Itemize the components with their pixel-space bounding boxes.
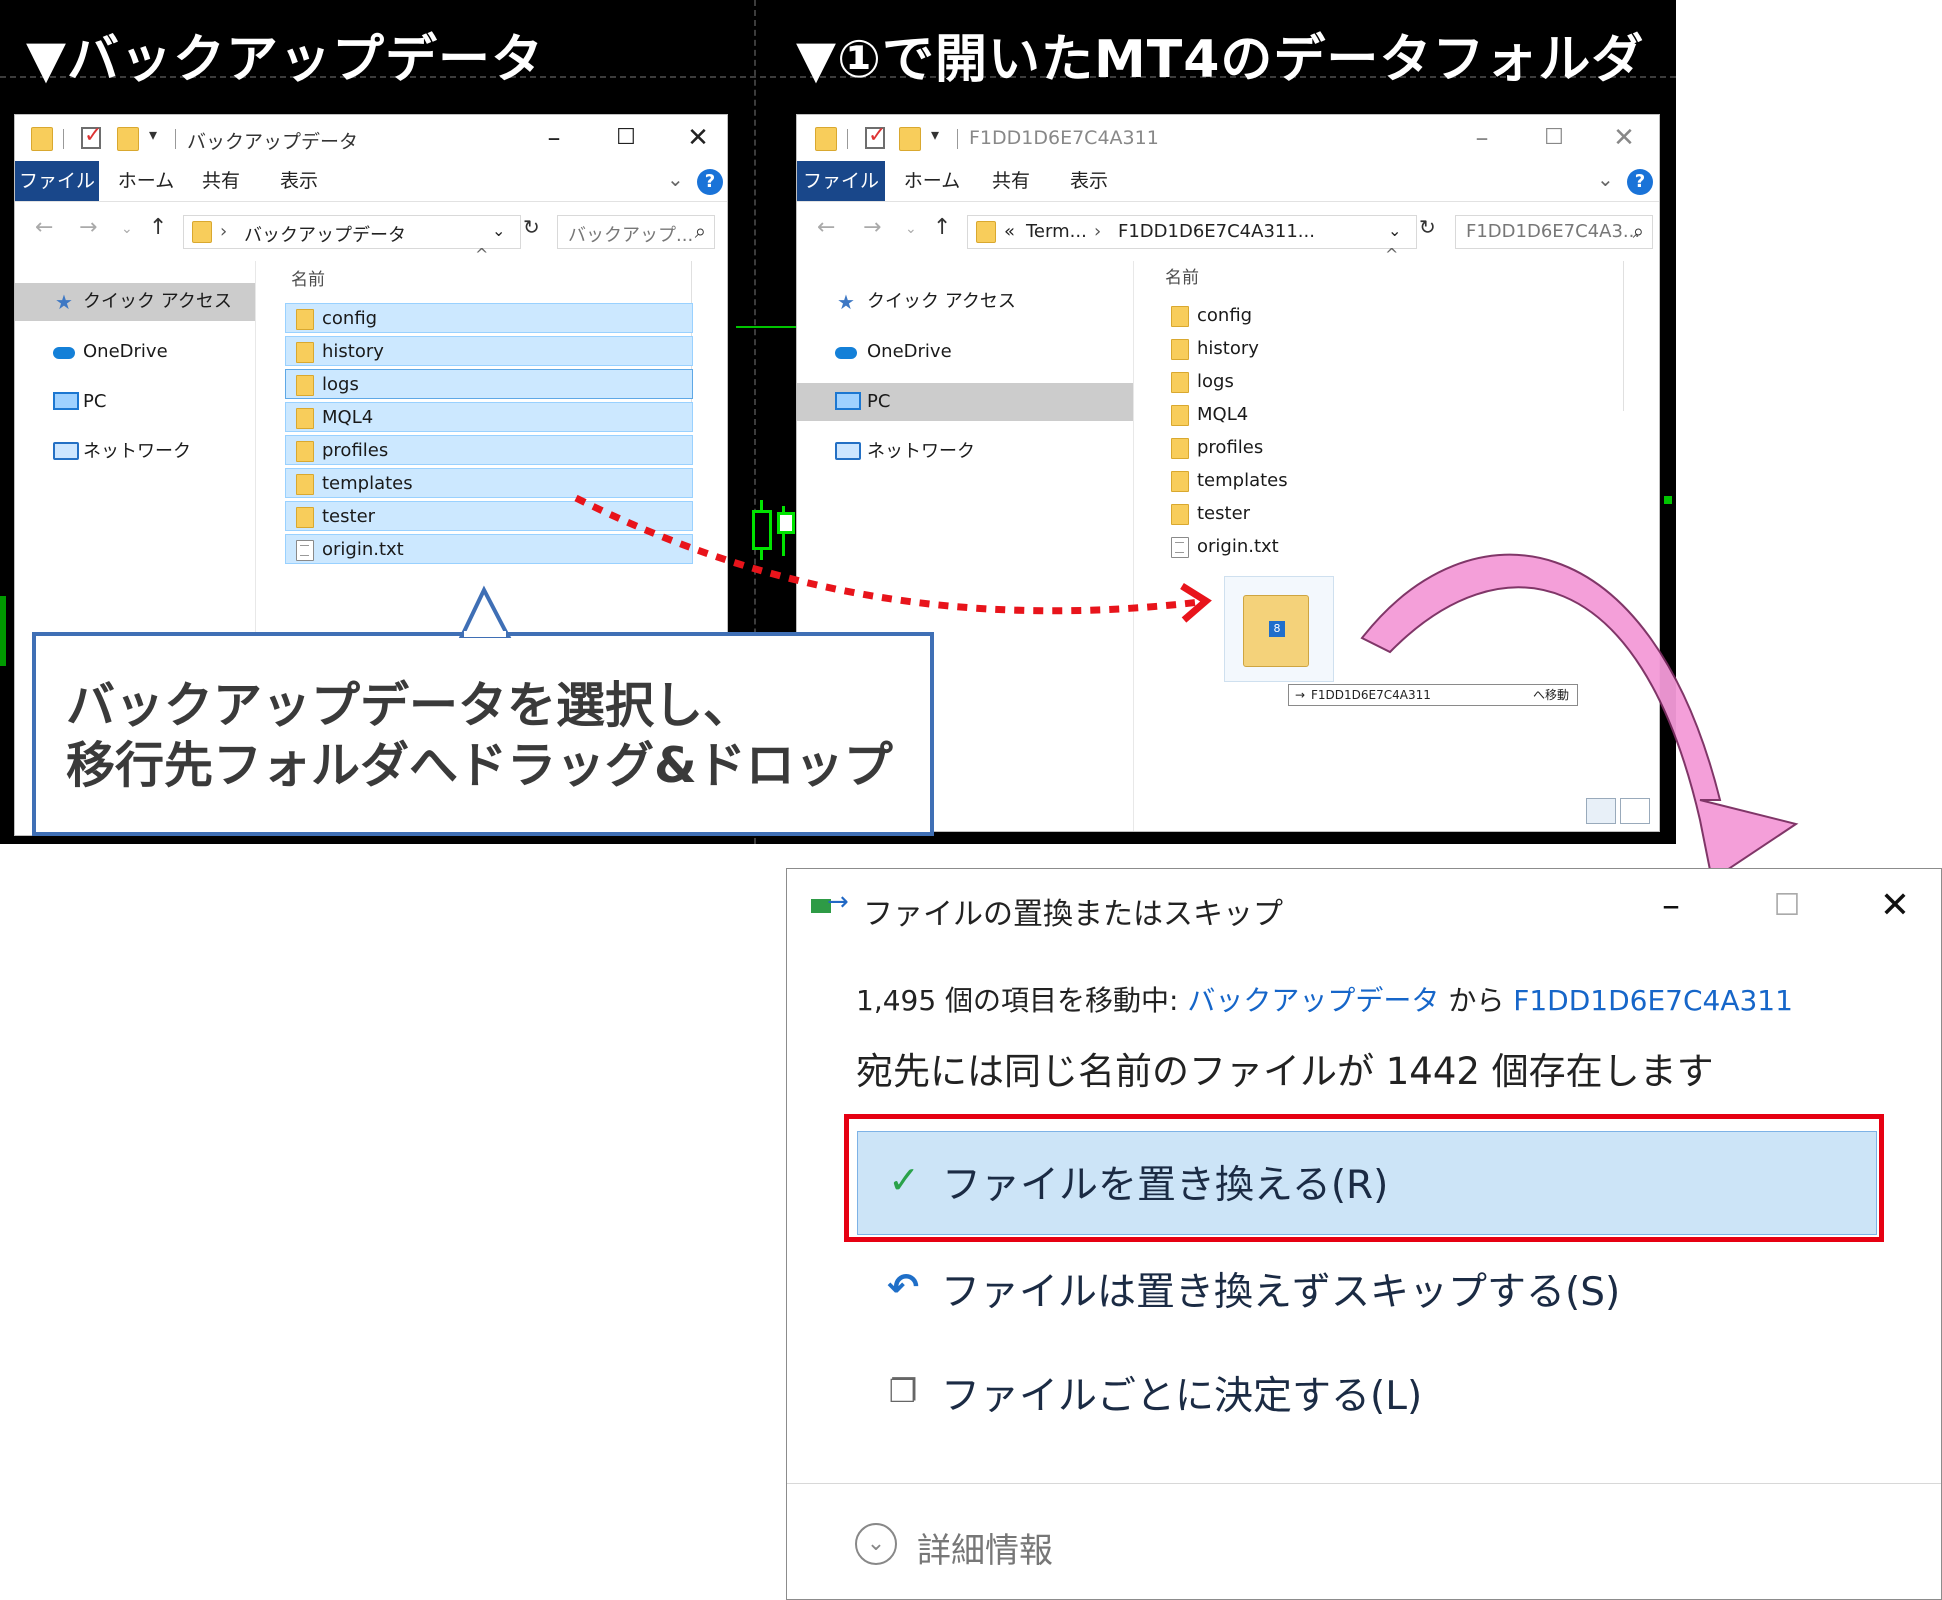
curved-arrow xyxy=(1360,553,1799,882)
dialog-title: ファイルの置換またはスキップ xyxy=(863,897,1283,932)
undo-icon: ↶ xyxy=(887,1265,919,1309)
move-count: 1,495 個の項目を移動中: xyxy=(856,984,1188,1017)
highlight-box xyxy=(844,1114,1884,1242)
conflict-message: 宛先には同じ名前のファイルが 1442 個存在します xyxy=(856,1050,1714,1093)
move-status: 1,495 個の項目を移動中: バックアップデータ から F1DD1D6E7C4… xyxy=(856,979,1793,1019)
skip-files-option[interactable]: ↶ ファイルは置き換えずスキップする(S) xyxy=(857,1239,1877,1343)
drag-path-arrow xyxy=(574,494,1201,615)
minimize-button[interactable]: – xyxy=(1641,883,1701,929)
close-button[interactable]: ✕ xyxy=(1865,883,1925,929)
from-word: から xyxy=(1439,984,1514,1017)
divider xyxy=(787,1483,1941,1484)
compare-files-icon: ❐ xyxy=(888,1372,918,1410)
move-files-icon xyxy=(811,887,849,917)
option-label: ファイルごとに決定する(L) xyxy=(941,1374,1423,1419)
maximize-button: ☐ xyxy=(1773,888,1801,923)
destination-link[interactable]: F1DD1D6E7C4A311 xyxy=(1513,984,1793,1017)
more-details-toggle[interactable]: 詳細情報 xyxy=(917,1523,1053,1572)
decide-each-option[interactable]: ❐ ファイルごとに決定する(L) xyxy=(857,1343,1877,1447)
option-label: ファイルは置き換えずスキップする(S) xyxy=(941,1270,1621,1315)
source-link[interactable]: バックアップデータ xyxy=(1187,984,1439,1017)
callout-pointer xyxy=(458,585,512,638)
chevron-down-icon[interactable]: ⌄ xyxy=(855,1523,897,1565)
